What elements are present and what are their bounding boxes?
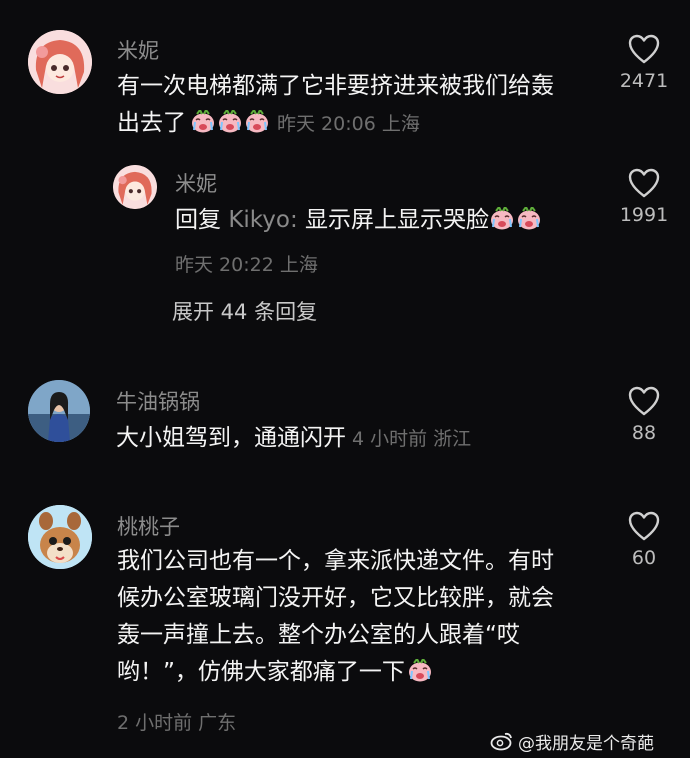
photo-avatar[interactable] <box>28 380 90 442</box>
reply-meta: 昨天 20:22 上海 <box>175 254 318 276</box>
weibo-logo-icon <box>490 732 512 751</box>
comment-text: 有一次电梯都满了它非要挤进来被我们给轰 出去了 昨天 20:06 上海 <box>117 68 612 143</box>
comment-text-line: 哟！”，仿佛大家都痛了一下 <box>117 659 405 685</box>
mention-link[interactable]: Kikyo: <box>228 207 297 233</box>
like-button[interactable]: 60 <box>614 511 674 569</box>
like-button[interactable]: 88 <box>614 386 674 444</box>
comment-meta: 4 小时前 浙江 <box>352 428 472 450</box>
username[interactable]: 牛油锅锅 <box>116 386 200 416</box>
heart-icon <box>628 34 660 64</box>
like-count: 2471 <box>619 70 669 92</box>
comment-item: 桃桃子 我们公司也有一个，拿来派快递文件。有时 候办公室玻璃门没开好，它又比较胖… <box>0 505 690 735</box>
crying-face-icon <box>217 108 243 133</box>
comment-item: 米妮 有一次电梯都满了它非要挤进来被我们给轰 出去了 昨天 20:06 上海 24… <box>0 0 690 160</box>
comment-text-line: 大小姐驾到，通通闪开 <box>116 425 346 451</box>
username[interactable]: 桃桃子 <box>117 511 180 541</box>
anime-girl-avatar[interactable] <box>113 165 157 209</box>
comment-item: 牛油锅锅 大小姐驾到，通通闪开 4 小时前 浙江 88 <box>0 380 690 480</box>
like-button[interactable]: 1991 <box>614 168 674 226</box>
comment-text: 大小姐驾到，通通闪开 4 小时前 浙江 <box>116 420 611 458</box>
comment-text-line: 有一次电梯都满了它非要挤进来被我们给轰 <box>117 73 554 99</box>
chipmunk-avatar[interactable] <box>28 505 92 569</box>
username[interactable]: 米妮 <box>175 168 217 198</box>
like-count: 88 <box>631 422 657 444</box>
username[interactable]: 米妮 <box>117 35 159 65</box>
heart-icon <box>628 511 660 541</box>
crying-face-icon <box>190 108 216 133</box>
comment-text-line: 我们公司也有一个，拿来派快递文件。有时 <box>117 548 554 574</box>
reply-text-line: 显示屏上显示哭脸 <box>297 207 490 233</box>
reply-item: 米妮 回复 Kikyo: 显示屏上显示哭脸 昨天 20:22 上海 1991 <box>0 160 690 280</box>
heart-icon <box>628 168 660 198</box>
crying-face-icon <box>407 657 433 682</box>
like-count: 1991 <box>619 204 669 226</box>
like-count: 60 <box>631 547 657 569</box>
comment-meta: 昨天 20:06 上海 <box>277 113 420 135</box>
anime-girl-avatar[interactable] <box>28 30 92 94</box>
comment-text-line: 出去了 <box>117 110 186 136</box>
comment-meta: 2 小时前 广东 <box>117 712 237 734</box>
crying-face-icon <box>489 205 515 230</box>
heart-icon <box>628 386 660 416</box>
crying-face-icon <box>516 205 542 230</box>
like-button[interactable]: 2471 <box>614 34 674 92</box>
crying-face-icon <box>244 108 270 133</box>
reply-prefix: 回复 <box>175 207 229 233</box>
comment-text-line: 候办公室玻璃门没开好，它又比较胖，就会 <box>117 585 554 611</box>
reply-text: 回复 Kikyo: 显示屏上显示哭脸 <box>175 202 615 239</box>
comment-text: 我们公司也有一个，拿来派快递文件。有时 候办公室玻璃门没开好，它又比较胖，就会 … <box>117 543 612 691</box>
watermark: @我朋友是个奇葩 <box>490 728 690 754</box>
comment-text-line: 轰一声撞上去。整个办公室的人跟着“哎 <box>117 622 520 648</box>
expand-replies-button[interactable]: 展开 44 条回复 <box>172 296 317 326</box>
watermark-text: @我朋友是个奇葩 <box>518 733 654 754</box>
